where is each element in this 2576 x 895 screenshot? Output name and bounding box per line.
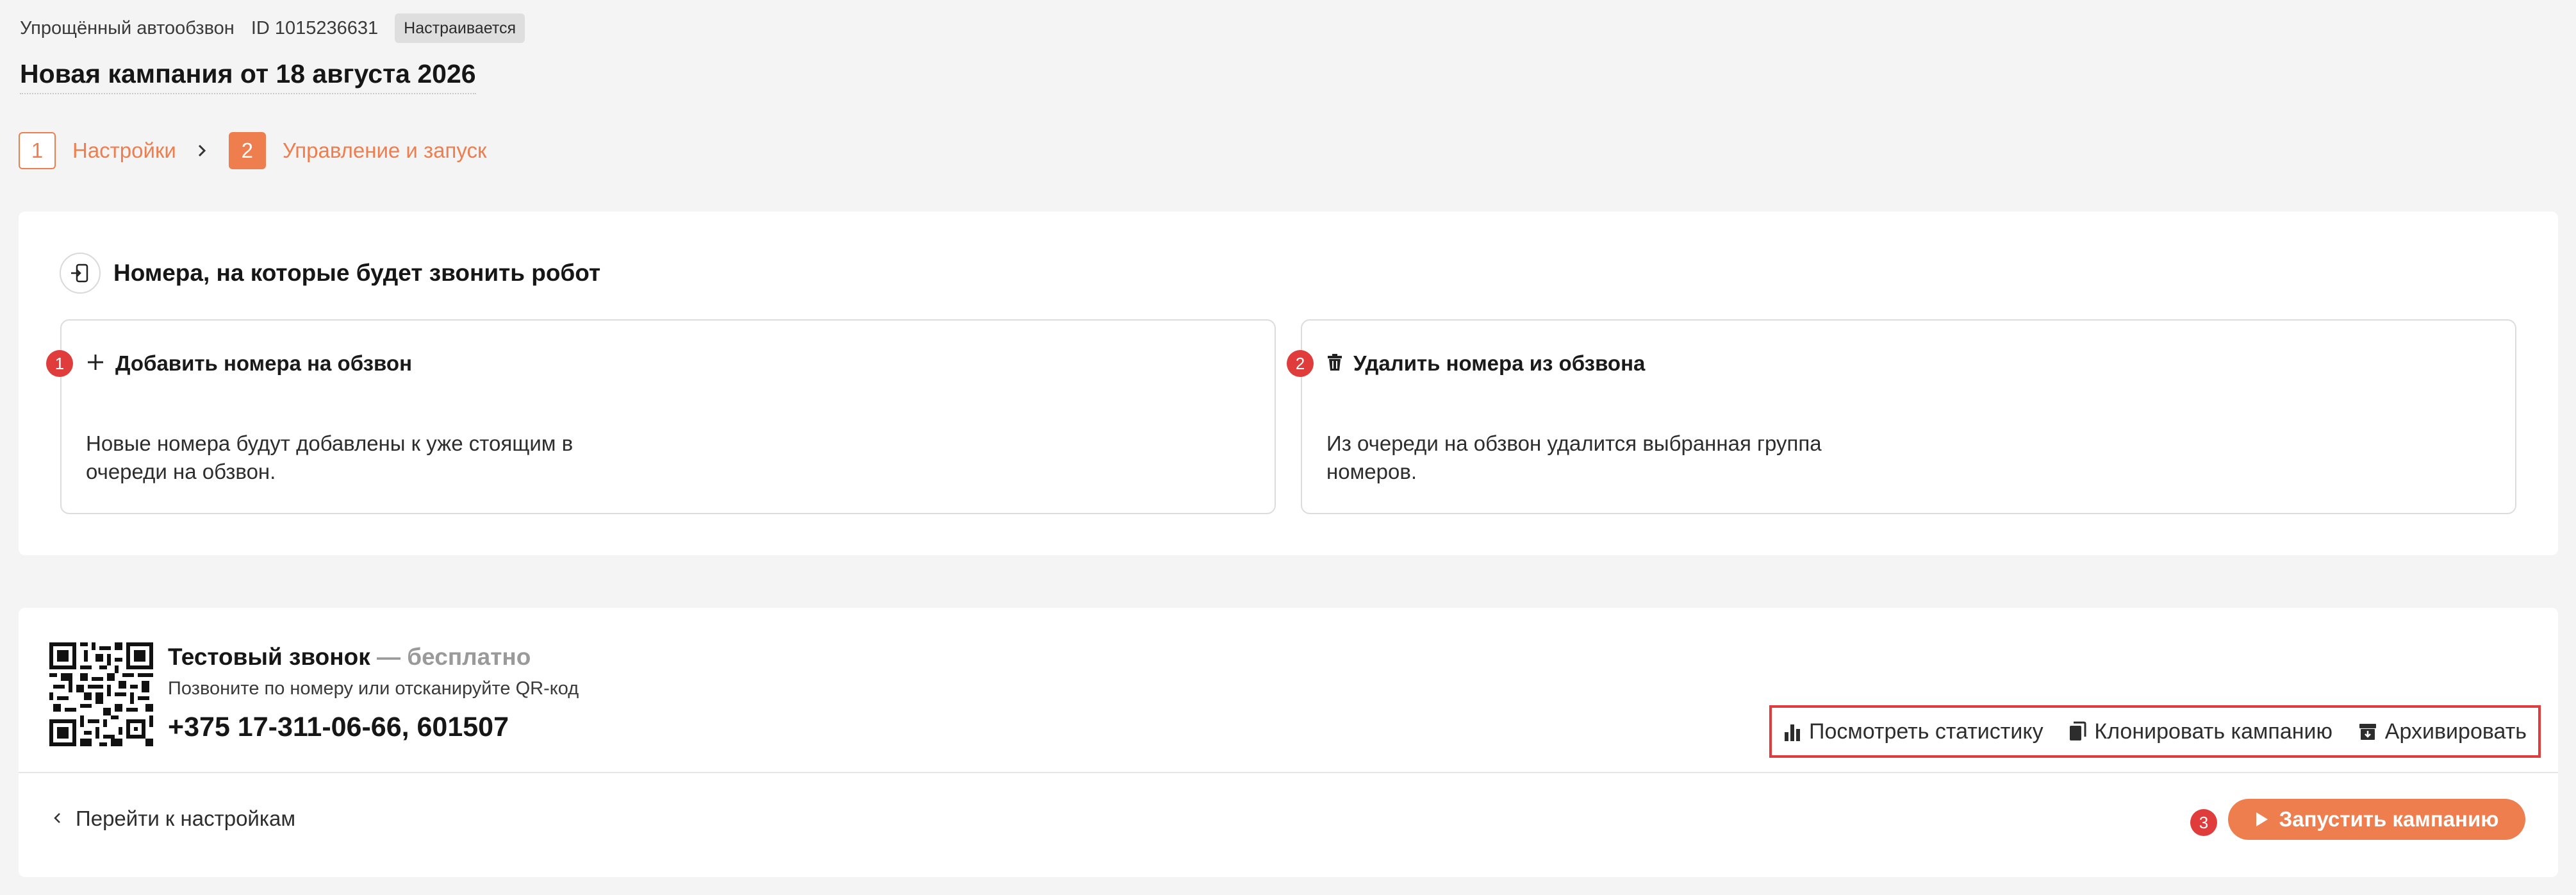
test-call-title: Тестовый звонок — бесплатно — [168, 644, 531, 671]
bar-chart-icon — [1783, 722, 1801, 741]
step-marker: 1 — [46, 350, 73, 377]
back-to-settings-link[interactable]: Перейти к настройкам — [53, 807, 295, 831]
archive-button[interactable]: Архивировать — [2358, 719, 2527, 744]
step-marker: 2 — [1287, 350, 1314, 377]
archive-label: Архивировать — [2384, 719, 2527, 744]
view-statistics-button[interactable]: Посмотреть статистику — [1783, 719, 2043, 744]
view-statistics-label: Посмотреть статистику — [1809, 719, 2043, 744]
card-description-line: Из очереди на обзвон удалится выбранная … — [1326, 431, 1822, 455]
card-title: Удалить номера из обзвона — [1353, 351, 1646, 375]
step-number: 2 — [228, 132, 266, 169]
campaign-actions-toolbar: Посмотреть статистику Клонировать кампан… — [1769, 705, 2541, 758]
card-description: Новые номера будут добавлены к уже стоящ… — [86, 430, 663, 486]
step-number: 1 — [19, 132, 56, 169]
test-call-subtitle: Позвоните по номеру или отсканируйте QR-… — [168, 678, 579, 699]
add-numbers-card[interactable]: Добавить номера на обзвон Новые номера б… — [60, 319, 1276, 514]
clone-campaign-button[interactable]: Клонировать кампанию — [2068, 719, 2332, 744]
page-title[interactable]: Новая кампания от 18 августа 2026 — [20, 59, 476, 94]
launch-campaign-label: Запустить кампанию — [2279, 807, 2499, 831]
plus-icon — [86, 353, 105, 375]
step-label: Управление и запуск — [282, 138, 487, 162]
card-description-line: очереди на обзвон. — [86, 460, 276, 483]
remove-numbers-card[interactable]: Удалить номера из обзвона Из очереди на … — [1301, 319, 2516, 514]
breadcrumb: Упрощённый автообзвон ID 1015236631 Наст… — [20, 13, 525, 43]
chevron-left-icon — [53, 809, 62, 829]
breadcrumb-product: Упрощённый автообзвон — [20, 17, 235, 38]
chevron-right-icon — [197, 144, 207, 158]
numbers-section-header: Номера, на которые будет звонить робот — [60, 253, 600, 294]
trash-icon — [1326, 353, 1343, 374]
step-label: Настройки — [72, 138, 176, 162]
test-call-title-main: Тестовый звонок — [168, 644, 370, 670]
divider — [19, 772, 2558, 773]
back-to-settings-label: Перейти к настройкам — [76, 807, 296, 830]
archive-icon — [2358, 722, 2377, 741]
stepper: 1 Настройки 2 Управление и запуск — [19, 131, 486, 170]
launch-campaign-button[interactable]: Запустить кампанию — [2228, 799, 2525, 840]
copy-icon — [2068, 721, 2086, 742]
step-manage-launch[interactable]: 2 Управление и запуск — [228, 132, 487, 169]
card-description: Из очереди на обзвон удалится выбранная … — [1326, 430, 1903, 486]
card-description-line: Новые номера будут добавлены к уже стоящ… — [86, 431, 574, 455]
card-description-line: номеров. — [1326, 460, 1417, 483]
status-badge: Настраивается — [395, 13, 525, 43]
section-title: Номера, на которые будет звонить робот — [113, 260, 601, 286]
qr-code — [49, 642, 153, 746]
card-title: Добавить номера на обзвон — [115, 351, 412, 375]
play-icon — [2255, 811, 2269, 828]
test-call-free-label: — бесплатно — [370, 644, 531, 670]
phone-import-icon — [60, 253, 101, 294]
campaign-id: ID 1015236631 — [251, 17, 379, 38]
step-marker: 3 — [2190, 809, 2217, 836]
test-call-phone: +375 17-311-06-66, 601507 — [168, 712, 509, 742]
clone-campaign-label: Клонировать кампанию — [2094, 719, 2332, 744]
step-settings[interactable]: 1 Настройки — [19, 132, 176, 169]
